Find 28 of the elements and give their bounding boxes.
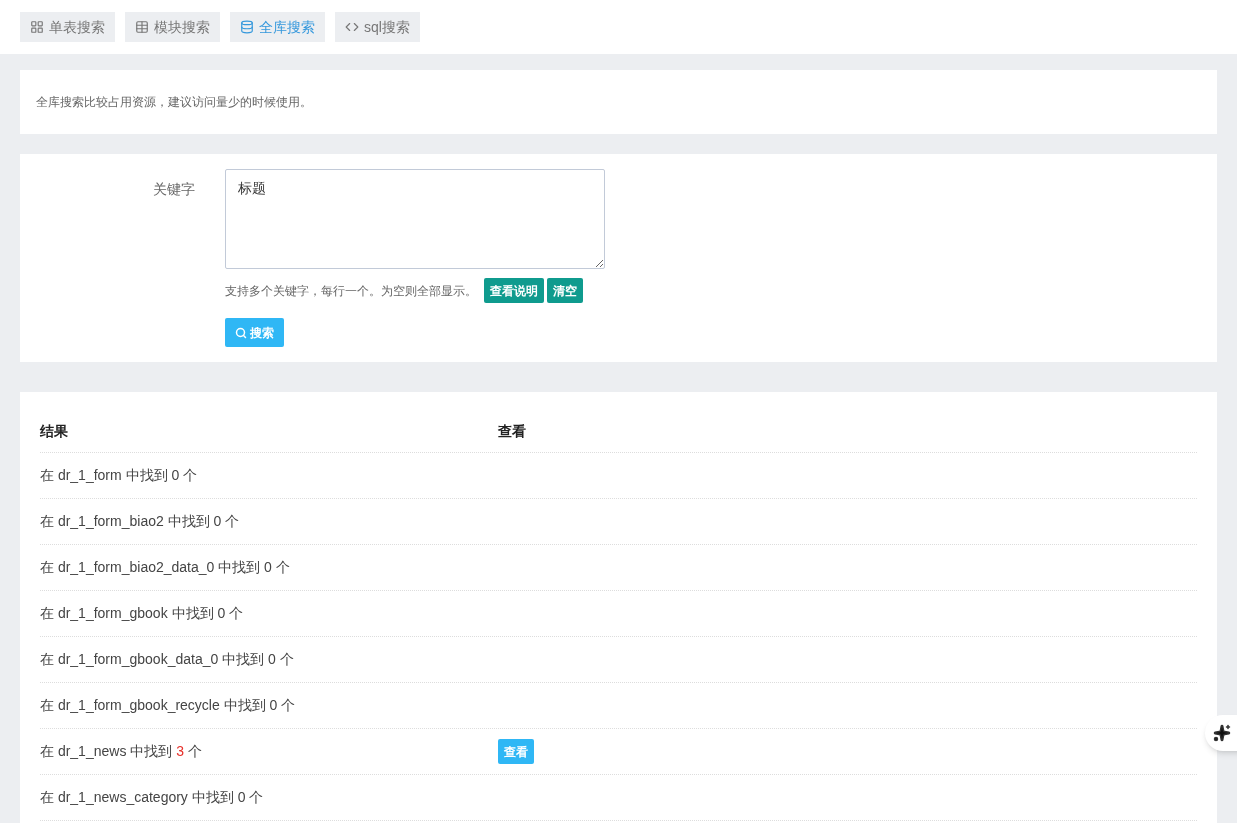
result-text: 在 dr_1_form_gbook 中找到 0 个 [40, 604, 245, 623]
result-text: 在 dr_1_news 中找到 3 个 [40, 742, 203, 761]
keyword-field[interactable]: 标题 [225, 169, 605, 269]
view-button[interactable]: 查看 [498, 739, 534, 764]
search-button[interactable]: 搜索 [225, 318, 284, 347]
table-icon [135, 20, 149, 34]
tab[interactable]: 全库搜索 [230, 12, 325, 42]
grid-icon [30, 20, 44, 34]
result-text: 在 dr_1_form_gbook_recycle 中找到 0 个 [40, 696, 297, 715]
search-icon [235, 326, 247, 339]
code-icon [345, 20, 359, 34]
column-header: 结果 [40, 421, 69, 441]
result-text: 在 dr_1_news_category 中找到 0 个 [40, 788, 265, 807]
field-label: 关键字 [152, 180, 195, 199]
sparkle-icon [1213, 724, 1231, 742]
result-text: 在 dr_1_form_biao2 中找到 0 个 [40, 512, 241, 531]
result-text: 在 dr_1_form_biao2_data_0 中找到 0 个 [40, 558, 291, 577]
database-icon [240, 20, 254, 34]
result-text: 在 dr_1_form 中找到 0 个 [40, 466, 199, 485]
help-button[interactable]: 查看说明 [484, 278, 544, 303]
result-text: 在 dr_1_form_gbook_data_0 中找到 0 个 [40, 650, 295, 669]
help-text: 支持多个关键字，每行一个。为空则全部显示。 [225, 282, 477, 300]
tab[interactable]: 单表搜索 [20, 12, 115, 42]
help-button[interactable]: 清空 [547, 278, 583, 303]
column-header: 查看 [498, 421, 526, 441]
tab[interactable]: sql搜索 [335, 12, 420, 42]
notice-text: 全库搜索比较占用资源，建议访问量少的时候使用。 [36, 94, 312, 111]
tab[interactable]: 模块搜索 [125, 12, 220, 42]
